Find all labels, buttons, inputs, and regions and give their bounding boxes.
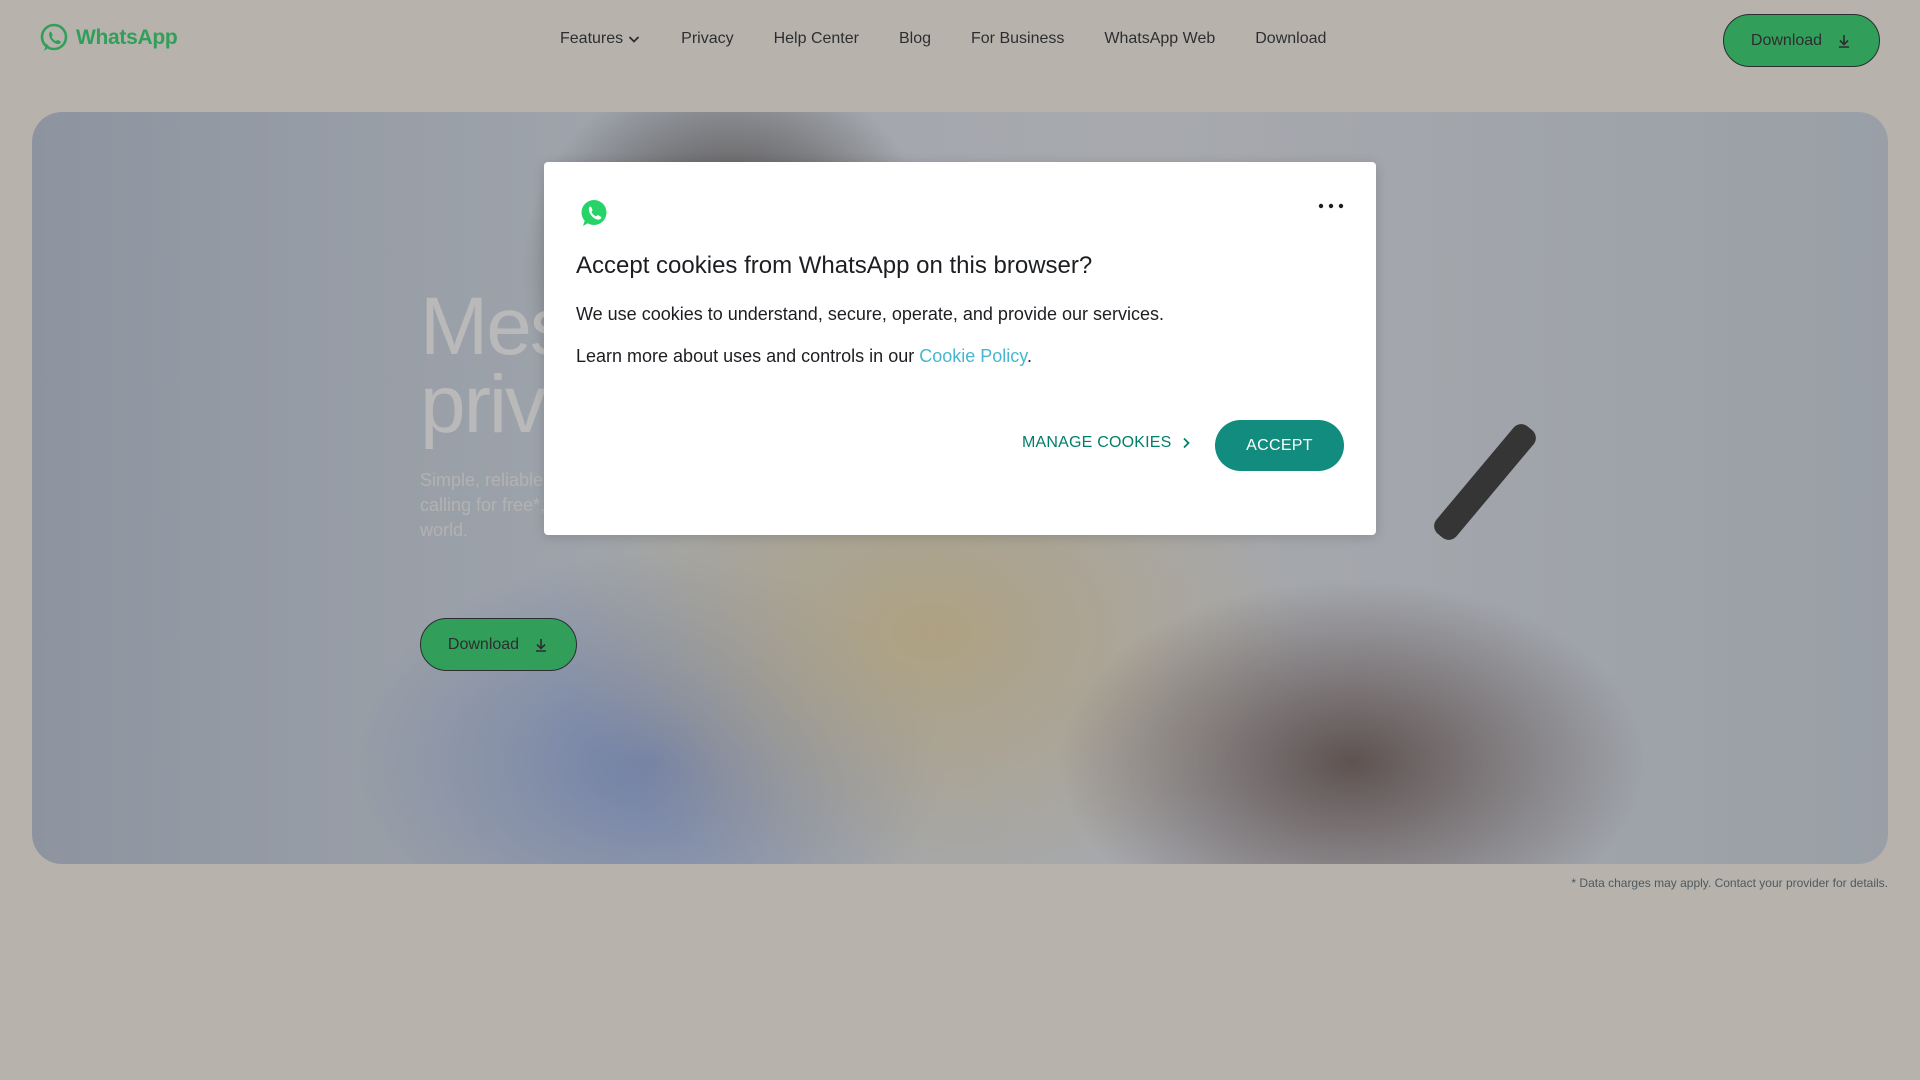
more-options-button[interactable]: [1314, 192, 1348, 220]
manage-cookies-button[interactable]: MANAGE COOKIES: [1022, 418, 1192, 468]
accept-cookies-button[interactable]: ACCEPT: [1215, 420, 1344, 471]
cookie-policy-link[interactable]: Cookie Policy: [919, 346, 1027, 366]
dialog-learn-more: Learn more about uses and controls in ou…: [576, 346, 1032, 367]
more-options-icon: [1318, 203, 1344, 209]
dialog-title: Accept cookies from WhatsApp on this bro…: [576, 252, 1093, 279]
dialog-description: We use cookies to understand, secure, op…: [576, 304, 1164, 324]
cookie-consent-dialog: Accept cookies from WhatsApp on this bro…: [544, 162, 1376, 535]
learn-more-period: .: [1026, 346, 1032, 366]
chevron-right-icon: [1182, 437, 1190, 449]
learn-more-text: Learn more about uses and controls in ou…: [576, 346, 920, 366]
whatsapp-logo-icon: [581, 200, 607, 226]
manage-cookies-label: MANAGE COOKIES: [1022, 434, 1172, 451]
